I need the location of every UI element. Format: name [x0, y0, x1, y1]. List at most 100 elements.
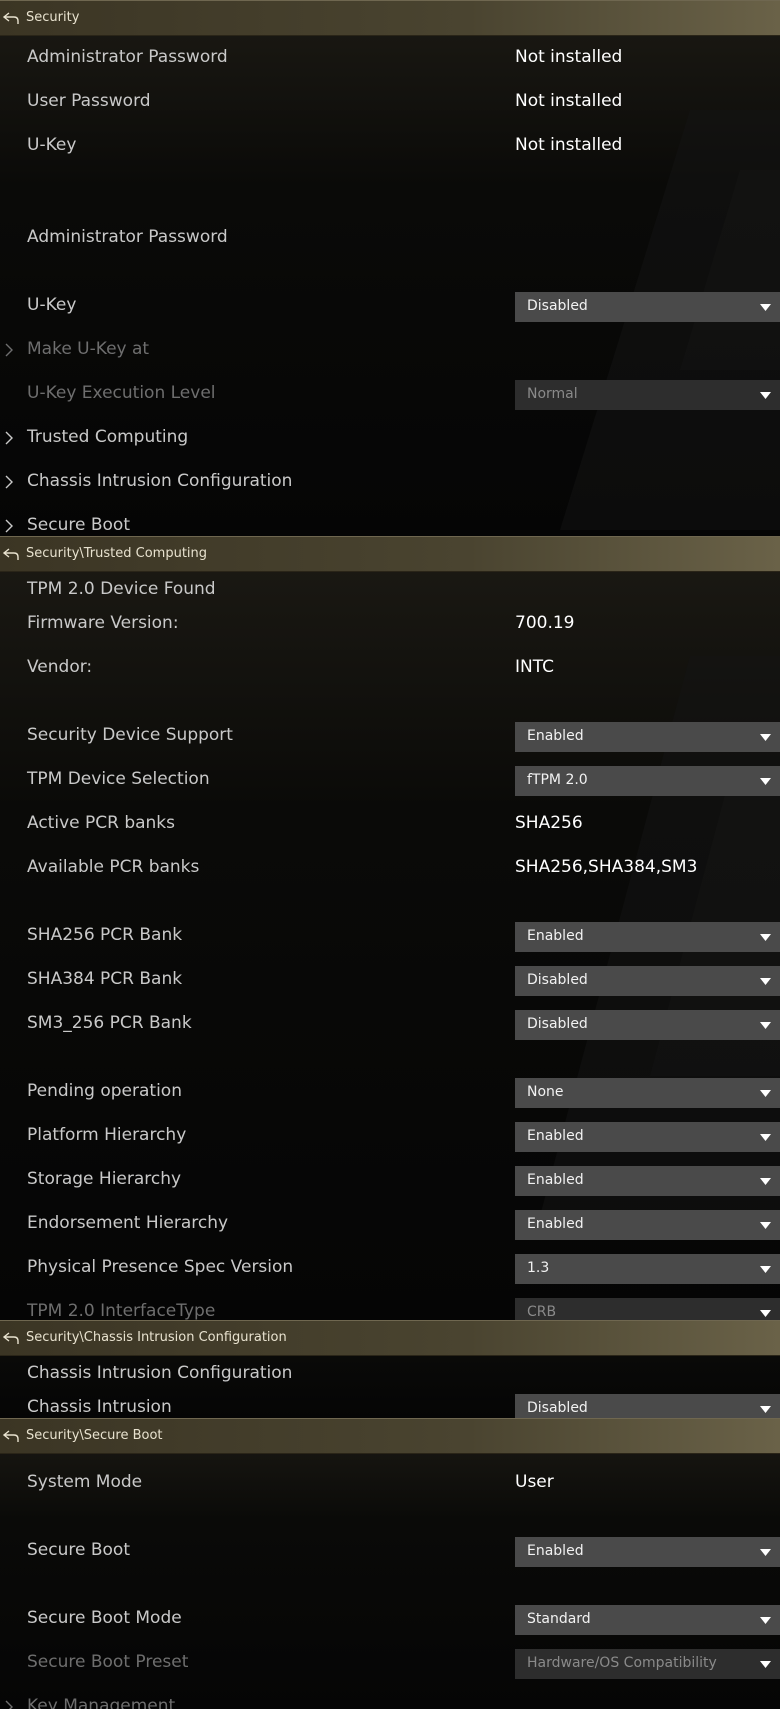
pending-operation-row: Pending operation None — [0, 1072, 780, 1112]
secure-boot-mode-row: Secure Boot Mode Standard — [0, 1599, 780, 1639]
ukey-exec-level-value: Normal — [527, 386, 578, 402]
vendor-row: Vendor: INTC — [0, 648, 780, 688]
endorsement-hierarchy-dropdown[interactable]: Enabled — [515, 1210, 780, 1240]
back-arrow-icon[interactable] — [2, 546, 20, 562]
page-title: Security\Trusted Computing — [26, 546, 208, 561]
sm3-pcr-bank-dropdown[interactable]: Disabled — [515, 1010, 780, 1040]
sha256-pcr-bank-dropdown[interactable]: Enabled — [515, 922, 780, 952]
chevron-right-icon — [5, 475, 13, 489]
sm3-pcr-bank-label: SM3_256 PCR Bank — [27, 1013, 192, 1033]
trusted-computing-panel: Security\Trusted Computing TPM 2.0 Devic… — [0, 536, 780, 1320]
secure-boot-preset-dropdown: Hardware/OS Compatibility — [515, 1649, 780, 1679]
chevron-right-icon — [5, 431, 13, 445]
secure-boot-link[interactable]: Secure Boot — [0, 506, 780, 536]
admin-password-row: Administrator Password Not installed — [0, 38, 780, 78]
ukey-status: Not installed — [515, 135, 623, 155]
back-arrow-icon[interactable] — [2, 1330, 20, 1346]
section-header: Security\Secure Boot — [0, 1418, 780, 1454]
caret-down-icon — [760, 934, 771, 941]
chevron-right-icon — [5, 1700, 13, 1709]
platform-hierarchy-label: Platform Hierarchy — [27, 1125, 187, 1145]
ukey-status-row: U-Key Not installed — [0, 126, 780, 166]
pending-operation-dropdown[interactable]: None — [515, 1078, 780, 1108]
page-title: Security — [26, 10, 80, 25]
available-pcr-banks-label: Available PCR banks — [27, 857, 200, 877]
chevron-right-icon — [5, 519, 13, 533]
caret-down-icon — [760, 1134, 771, 1141]
back-arrow-icon[interactable] — [2, 1428, 20, 1444]
chassis-intrusion-config-label: Chassis Intrusion Configuration — [27, 471, 293, 491]
dropdown-value: Enabled — [527, 728, 584, 744]
back-arrow-icon[interactable] — [2, 10, 20, 26]
caret-down-icon — [760, 978, 771, 985]
pending-operation-label: Pending operation — [27, 1081, 182, 1101]
key-management-link[interactable]: Key Management — [0, 1687, 780, 1709]
tpm-device-selection-dropdown[interactable]: fTPM 2.0 — [515, 766, 780, 796]
chassis-intrusion-dropdown[interactable]: Disabled — [515, 1394, 780, 1418]
ukey-dropdown[interactable]: Disabled — [515, 292, 780, 322]
secure-boot-dropdown[interactable]: Enabled — [515, 1537, 780, 1567]
storage-hierarchy-dropdown[interactable]: Enabled — [515, 1166, 780, 1196]
secure-boot-label: Secure Boot — [27, 515, 130, 535]
caret-down-icon — [760, 778, 771, 785]
sha384-pcr-bank-dropdown[interactable]: Disabled — [515, 966, 780, 996]
admin-password-status: Not installed — [515, 47, 623, 67]
admin-password-action[interactable]: Administrator Password — [0, 218, 780, 258]
firmware-version-label: Firmware Version: — [27, 613, 179, 633]
active-pcr-banks-label: Active PCR banks — [27, 813, 176, 833]
firmware-version-value: 700.19 — [515, 613, 575, 633]
trusted-computing-link[interactable]: Trusted Computing — [0, 418, 780, 458]
platform-hierarchy-row: Platform Hierarchy Enabled — [0, 1116, 780, 1156]
make-ukey-row: Make U-Key at — [0, 330, 780, 370]
dropdown-value: CRB — [527, 1304, 557, 1320]
caret-down-icon — [760, 1549, 771, 1556]
ukey-setting-row: U-Key Disabled — [0, 286, 780, 326]
caret-down-icon — [760, 1406, 771, 1413]
vendor-label: Vendor: — [27, 657, 93, 677]
ukey-dropdown-value: Disabled — [527, 298, 588, 314]
caret-down-icon — [760, 1090, 771, 1097]
endorsement-hierarchy-row: Endorsement Hierarchy Enabled — [0, 1204, 780, 1244]
dropdown-value: Disabled — [527, 1400, 588, 1416]
secure-boot-preset-label: Secure Boot Preset — [27, 1652, 189, 1672]
secure-boot-panel: Security\Secure Boot System Mode User Se… — [0, 1418, 780, 1709]
dropdown-value: fTPM 2.0 — [527, 772, 588, 788]
secure-boot-row: Secure Boot Enabled — [0, 1531, 780, 1571]
ukey-label: U-Key — [27, 135, 77, 155]
tpm-device-selection-label: TPM Device Selection — [27, 769, 210, 789]
ukey-exec-level-dropdown: Normal — [515, 380, 780, 410]
caret-down-icon — [760, 1266, 771, 1273]
secure-boot-mode-dropdown[interactable]: Standard — [515, 1605, 780, 1635]
secure-boot-setting-label: Secure Boot — [27, 1540, 130, 1560]
caret-down-icon — [760, 304, 771, 311]
key-management-label: Key Management — [27, 1696, 176, 1709]
security-device-support-label: Security Device Support — [27, 725, 233, 745]
chassis-intrusion-config-link[interactable]: Chassis Intrusion Configuration — [0, 462, 780, 502]
dropdown-value: Disabled — [527, 1016, 588, 1032]
caret-down-icon — [760, 734, 771, 741]
security-device-support-dropdown[interactable]: Enabled — [515, 722, 780, 752]
active-pcr-banks-row: Active PCR banks SHA256 — [0, 804, 780, 844]
secure-boot-preset-row: Secure Boot Preset Hardware/OS Compatibi… — [0, 1643, 780, 1683]
dropdown-value: Enabled — [527, 1543, 584, 1559]
caret-down-icon — [760, 1310, 771, 1317]
caret-down-icon — [760, 1222, 771, 1229]
security-device-support-row: Security Device Support Enabled — [0, 716, 780, 756]
trusted-computing-label: Trusted Computing — [27, 427, 189, 447]
pp-spec-version-label: Physical Presence Spec Version — [27, 1257, 294, 1277]
section-header: Security\Chassis Intrusion Configuration — [0, 1320, 780, 1356]
sha256-pcr-bank-label: SHA256 PCR Bank — [27, 925, 183, 945]
pp-spec-version-dropdown[interactable]: 1.3 — [515, 1254, 780, 1284]
section-header: Security\Trusted Computing — [0, 536, 780, 572]
chassis-intrusion-row: Chassis Intrusion Disabled — [0, 1388, 780, 1418]
sha384-pcr-bank-row: SHA384 PCR Bank Disabled — [0, 960, 780, 1000]
active-pcr-banks-value: SHA256 — [515, 813, 583, 833]
chassis-intrusion-label: Chassis Intrusion — [27, 1397, 172, 1417]
make-ukey-label: Make U-Key at — [27, 339, 150, 359]
platform-hierarchy-dropdown[interactable]: Enabled — [515, 1122, 780, 1152]
secure-boot-mode-label: Secure Boot Mode — [27, 1608, 182, 1628]
system-mode-value: User — [515, 1472, 554, 1492]
dropdown-value: Enabled — [527, 928, 584, 944]
caret-down-icon — [760, 1617, 771, 1624]
tpm-device-selection-row: TPM Device Selection fTPM 2.0 — [0, 760, 780, 800]
